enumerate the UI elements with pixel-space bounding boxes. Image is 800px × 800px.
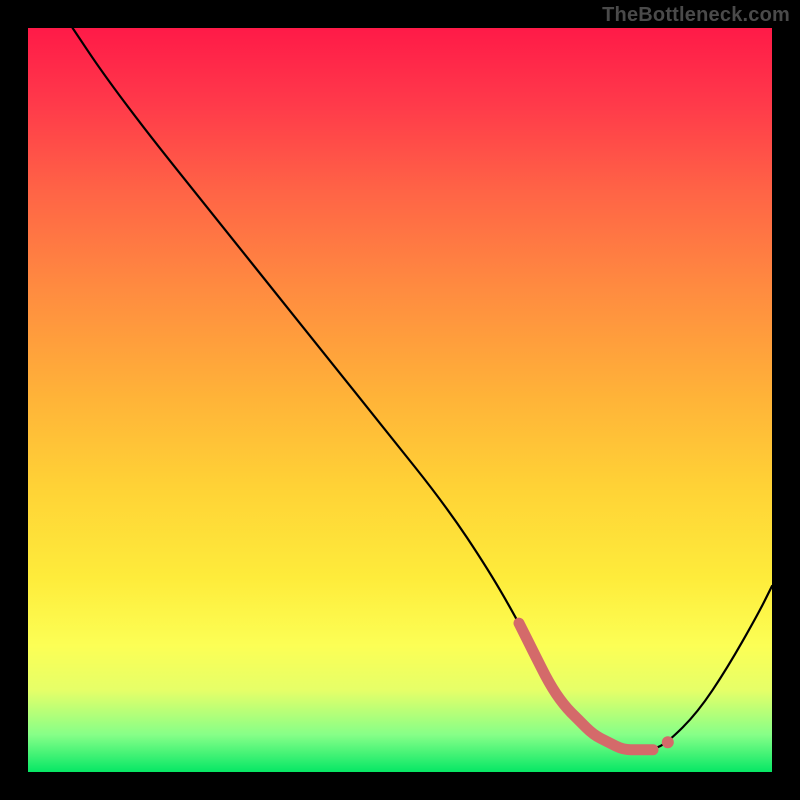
curve-overlay [28,28,772,772]
highlight-segment [519,623,653,750]
highlight-dot-end [662,736,674,748]
watermark-text: TheBottleneck.com [602,4,790,27]
plot-area [28,28,772,772]
chart-frame: TheBottleneck.com [0,0,800,800]
bottleneck-curve-line [73,28,772,750]
